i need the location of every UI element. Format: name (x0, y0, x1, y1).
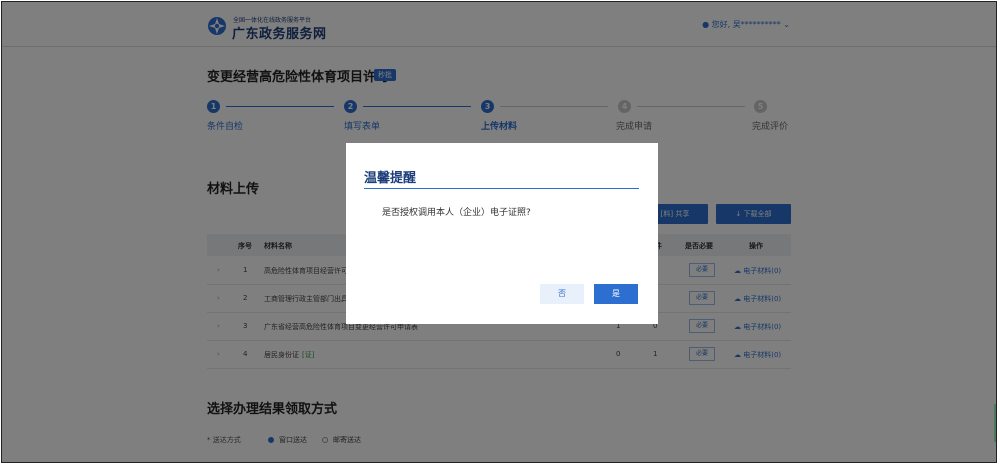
side-scrollbar-handle[interactable] (994, 404, 996, 442)
dialog-message: 是否授权调用本人（企业）电子证照? (382, 208, 531, 218)
confirm-dialog: 温馨提醒 是否授权调用本人（企业）电子证照? 否 是 (346, 143, 658, 324)
browser-frame: 全国一体化在线政务服务平台 广东政务服务网 ● 您好, 吴********** … (1, 1, 997, 463)
dialog-title: 温馨提醒 (364, 171, 417, 186)
yes-button[interactable]: 是 (594, 284, 638, 304)
no-button[interactable]: 否 (540, 284, 584, 304)
dialog-divider (364, 188, 639, 189)
